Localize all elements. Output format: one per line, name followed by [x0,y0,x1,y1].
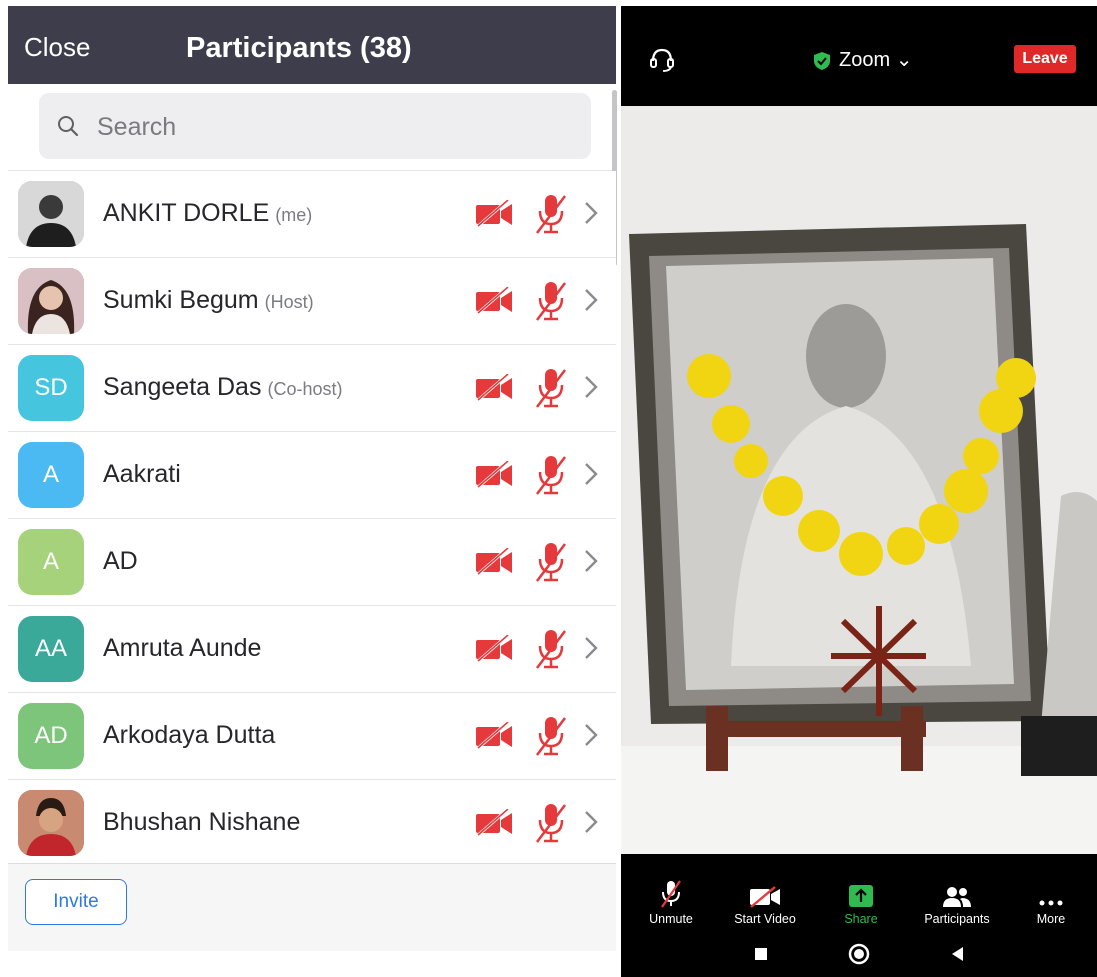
avatar [18,790,84,856]
participant-name: Bhushan Nishane [103,808,301,836]
mic-muted-icon [623,876,719,908]
recents-icon[interactable] [753,942,769,971]
participant-name: Amruta Aunde [103,634,262,662]
start-video-button[interactable]: Start Video [717,876,813,932]
avatar [18,268,84,334]
video-off-icon [474,286,514,320]
participant-row[interactable]: SD Sangeeta Das (Co-host) [8,345,616,432]
meeting-topbar: Zoom ⌄ Leave [621,6,1097,106]
back-icon[interactable] [949,942,965,971]
participants-button[interactable]: Participants [909,876,1005,932]
participants-header: Close Participants (38) [8,6,616,84]
chevron-right-icon[interactable] [584,723,598,752]
chevron-down-icon: ⌄ [895,49,913,71]
avatar: AA [18,616,84,682]
video-off-icon [474,808,514,842]
avatar: SD [18,355,84,421]
mic-muted-icon [534,715,568,762]
share-button[interactable]: Share [813,876,909,932]
avatar: A [18,442,84,508]
home-icon[interactable] [847,942,871,971]
video-off-icon [474,547,514,581]
search-bar-container: Search [8,84,616,171]
avatar: AD [18,703,84,769]
participant-row[interactable]: ANKIT DORLE (me) [8,171,616,258]
participant-name: Sumki Begum (Host) [103,286,314,314]
mic-muted-icon [534,628,568,675]
more-button[interactable]: More [1003,876,1097,932]
search-input[interactable]: Search [39,93,591,159]
participant-list: ANKIT DORLE (me) Sumki Begum (Host) SD San… [8,171,616,867]
mic-muted-icon [534,193,568,240]
participant-row[interactable]: AD Arkodaya Dutta [8,693,616,780]
mic-muted-icon [534,541,568,588]
avatar [18,181,84,247]
search-placeholder: Search [97,113,177,141]
meeting-info-dropdown[interactable]: Zoom ⌄ [839,47,912,72]
participant-name: AD [103,547,138,575]
participant-row[interactable]: AA Amruta Aunde [8,606,616,693]
meeting-toolbar: Unmute Start Video Share Participants Mo… [621,876,1097,936]
mic-muted-icon [534,280,568,327]
chevron-right-icon[interactable] [584,810,598,839]
mic-muted-icon [534,454,568,501]
mic-muted-icon [534,802,568,849]
participant-name: Arkodaya Dutta [103,721,276,749]
participant-role: (me) [275,205,313,225]
participant-name: ANKIT DORLE (me) [103,199,313,227]
video-off-icon [474,634,514,668]
video-off-icon [474,199,514,233]
shield-check-icon [813,51,831,76]
share-icon [813,876,909,908]
participant-role: (Host) [264,292,314,312]
chevron-right-icon[interactable] [584,636,598,665]
shared-video-image [621,106,1097,854]
chevron-right-icon[interactable] [584,375,598,404]
leave-button[interactable]: Leave [1014,45,1076,73]
meeting-view: Zoom ⌄ Leave Unmute Start Video Share Pa… [621,6,1097,977]
headset-icon[interactable] [648,46,676,77]
unmute-button[interactable]: Unmute [623,876,719,932]
participant-name: Sangeeta Das (Co-host) [103,373,343,401]
chevron-right-icon[interactable] [584,288,598,317]
chevron-right-icon[interactable] [584,201,598,230]
chevron-right-icon[interactable] [584,462,598,491]
video-off-icon [474,721,514,755]
page-title: Participants (38) [186,32,412,64]
close-button[interactable]: Close [24,32,90,62]
participants-icon [909,876,1005,908]
participants-panel: Close Participants (38) Search ANKIT DOR… [8,6,617,951]
search-icon [56,114,80,143]
participant-row[interactable]: A Aakrati [8,432,616,519]
video-off-icon [717,876,813,908]
participant-role: (Co-host) [267,379,343,399]
participant-name: Aakrati [103,460,181,488]
participants-footer: Invite [8,863,616,951]
video-off-icon [474,373,514,407]
participant-row[interactable]: A AD [8,519,616,606]
video-off-icon [474,460,514,494]
android-nav-bar [621,936,1097,977]
chevron-right-icon[interactable] [584,549,598,578]
avatar: A [18,529,84,595]
invite-button[interactable]: Invite [25,879,127,925]
more-dots-icon [1003,876,1097,908]
mic-muted-icon [534,367,568,414]
participant-row[interactable]: Sumki Begum (Host) [8,258,616,345]
participant-row[interactable]: Bhushan Nishane [8,780,616,867]
